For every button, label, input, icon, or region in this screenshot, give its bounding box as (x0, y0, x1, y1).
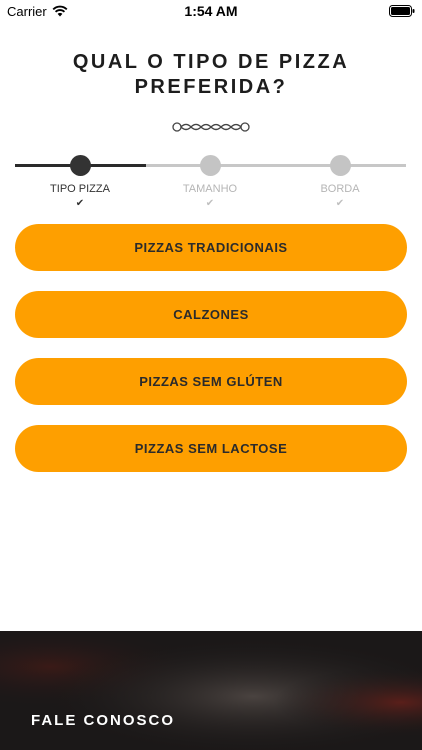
footer-background-image (0, 631, 422, 750)
page-title-line-2: PREFERIDA? (134, 76, 288, 98)
step-borda-check-icon: ✔ (335, 198, 345, 209)
option-pizzas-sem-gluten-button[interactable]: PIZZAS SEM GLÚTEN (15, 358, 407, 405)
fale-conosco-label[interactable]: FALE CONOSCO (31, 712, 175, 729)
ornament-divider-icon (172, 122, 250, 132)
option-pizzas-sem-lactose-button[interactable]: PIZZAS SEM LACTOSE (15, 425, 407, 472)
page-title: QUAL O TIPO DE PIZZA PREFERIDA? (30, 50, 392, 100)
option-pizzas-tradicionais-button[interactable]: PIZZAS TRADICIONAIS (15, 224, 407, 271)
step-tamanho-label: TAMANHO (182, 183, 238, 195)
step-tamanho-dot[interactable] (200, 155, 221, 176)
step-tamanho-check-icon: ✔ (205, 198, 215, 209)
pizza-type-options: PIZZAS TRADICIONAIS CALZONES PIZZAS SEM … (15, 224, 407, 492)
progress-stepper: TIPO PIZZA TAMANHO BORDA ✔ ✔ ✔ (0, 150, 422, 210)
step-tipo-pizza-label: TIPO PIZZA (50, 183, 110, 195)
stepper-remaining-line (146, 164, 406, 167)
step-borda-dot[interactable] (330, 155, 351, 176)
page-title-line-1: QUAL O TIPO DE PIZZA (72, 51, 350, 73)
clock: 1:54 AM (184, 3, 238, 19)
battery-icon (389, 5, 415, 17)
step-borda-label: BORDA (320, 183, 360, 195)
contact-footer[interactable]: FALE CONOSCO (0, 631, 422, 750)
step-tipo-pizza-dot[interactable] (70, 155, 91, 176)
status-bar: Carrier 1:54 AM (0, 0, 422, 22)
option-calzones-button[interactable]: CALZONES (15, 291, 407, 338)
step-tipo-pizza-check-icon: ✔ (75, 198, 85, 209)
